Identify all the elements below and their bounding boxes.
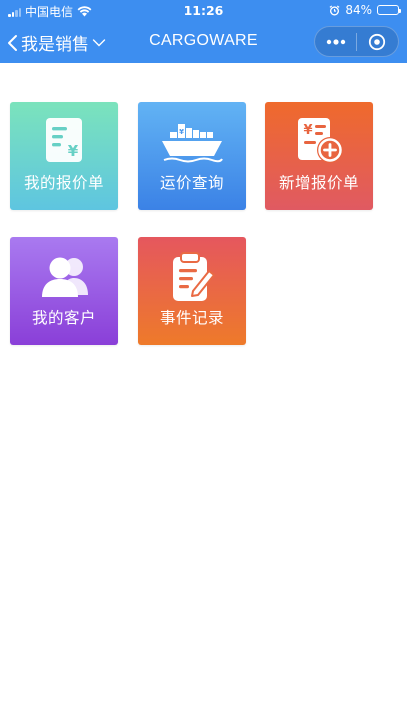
close-button[interactable] <box>357 27 398 56</box>
more-dots-icon <box>326 38 345 45</box>
svg-text:¥: ¥ <box>303 123 312 138</box>
tile-new-quote[interactable]: ¥ 新增报价单 <box>265 102 373 210</box>
svg-text:¥: ¥ <box>68 142 79 160</box>
more-button[interactable] <box>315 27 356 56</box>
chevron-left-icon <box>8 34 17 51</box>
chevron-down-icon <box>92 38 106 46</box>
alarm-icon <box>329 4 340 15</box>
battery-percent: 84% <box>345 3 372 17</box>
clipboard-edit-icon <box>173 252 215 301</box>
svg-text:¥: ¥ <box>179 128 184 136</box>
quote-document-icon: ¥ <box>46 118 82 162</box>
tile-event-records[interactable]: 事件记录 <box>138 237 246 345</box>
customers-icon <box>42 257 88 297</box>
cargo-ship-icon: ¥ <box>162 124 223 163</box>
tile-label: 事件记录 <box>159 309 224 327</box>
tile-my-customers[interactable]: 我的客户 <box>10 237 118 345</box>
tile-label: 运价查询 <box>159 174 224 192</box>
add-quote-icon: ¥ <box>298 118 343 163</box>
tile-label: 我的报价单 <box>23 174 104 192</box>
nav-bar: 我是销售 CARGOWARE <box>0 22 407 63</box>
back-button[interactable]: 我是销售 <box>6 30 106 55</box>
tile-label: 新增报价单 <box>278 174 359 192</box>
miniprogram-capsule <box>314 26 399 57</box>
tile-label: 我的客户 <box>31 309 96 327</box>
tile-my-quotes[interactable]: ¥ 我的报价单 <box>10 102 118 210</box>
battery-icon <box>377 5 401 15</box>
status-bar: 中国电信 11:26 84% <box>0 0 407 22</box>
tile-freight-rate-query[interactable]: ¥ 运价查询 <box>138 102 246 210</box>
target-close-icon <box>369 33 386 50</box>
role-label: 我是销售 <box>21 35 89 55</box>
status-right: 84% <box>329 3 401 17</box>
